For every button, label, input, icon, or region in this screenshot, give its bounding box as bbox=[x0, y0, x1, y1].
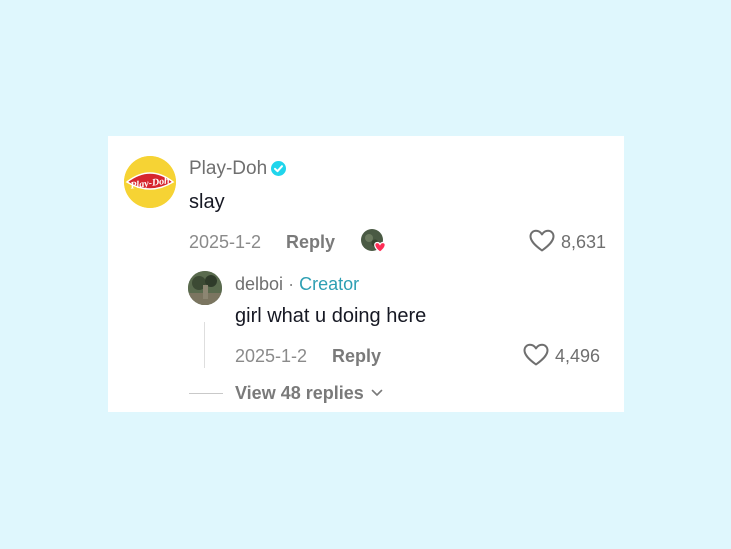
view-replies-label: View 48 replies bbox=[235, 383, 364, 403]
thread-line bbox=[204, 322, 205, 368]
delboi-avatar[interactable] bbox=[188, 271, 222, 305]
verified-badge-icon bbox=[271, 161, 287, 176]
view-replies-button[interactable]: View 48 replies bbox=[235, 382, 383, 404]
reply-like-count: 4,496 bbox=[555, 346, 601, 366]
reply-like-button[interactable] bbox=[523, 343, 549, 367]
comment-like-button[interactable] bbox=[529, 229, 555, 253]
heart-outline-icon bbox=[523, 343, 549, 366]
comment-card: Play-Doh Play-Doh slay 2025-1-2 Reply 8,… bbox=[108, 136, 624, 412]
view-replies-divider bbox=[189, 393, 223, 394]
author-name[interactable]: Play-Doh bbox=[189, 158, 267, 179]
chevron-down-icon bbox=[371, 389, 383, 396]
reply-author-row: delboi · Creator bbox=[235, 273, 359, 295]
playdoh-avatar[interactable]: Play-Doh bbox=[124, 156, 176, 208]
heart-outline-icon bbox=[529, 229, 555, 252]
reply-author-name[interactable]: delboi bbox=[235, 274, 283, 294]
comment-like-count: 8,631 bbox=[561, 232, 607, 252]
reply-date: 2025-1-2 bbox=[235, 346, 308, 366]
separator-dot: · bbox=[288, 274, 295, 294]
comment-author[interactable]: Play-Doh bbox=[189, 158, 287, 180]
reply-button[interactable]: Reply bbox=[286, 231, 335, 253]
heart-badge-icon bbox=[374, 241, 386, 253]
playdoh-logo-icon: Play-Doh bbox=[124, 156, 176, 208]
reply-reply-button[interactable]: Reply bbox=[332, 345, 381, 367]
user-photo-icon bbox=[188, 271, 222, 305]
creator-tag: Creator bbox=[299, 274, 360, 294]
reply-text: girl what u doing here bbox=[235, 305, 427, 327]
comment-text: slay bbox=[189, 191, 225, 213]
comment-date: 2025-1-2 bbox=[189, 232, 262, 252]
creator-liked-badge bbox=[360, 228, 388, 254]
